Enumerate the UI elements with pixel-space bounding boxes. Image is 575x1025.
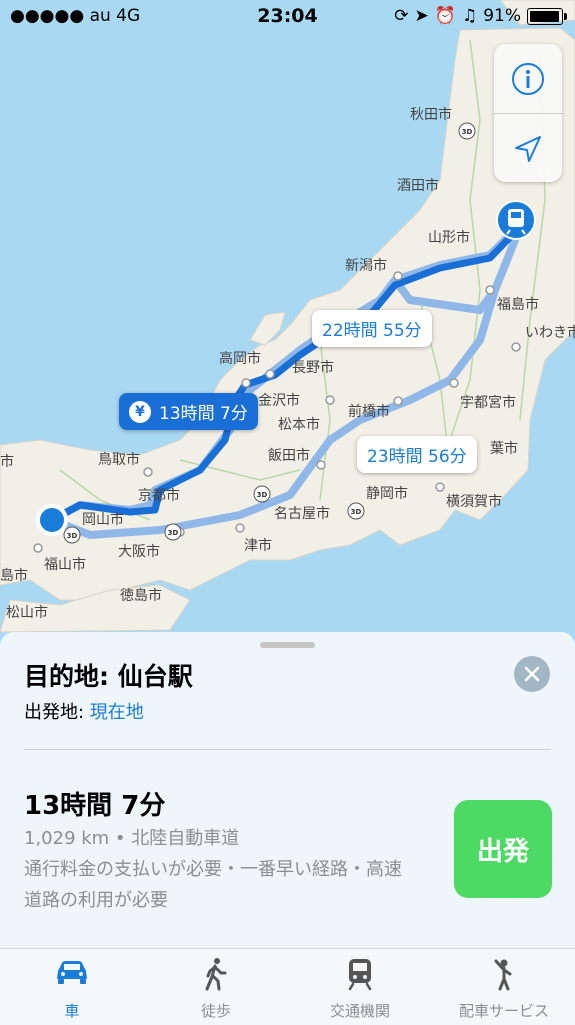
route-duration-label: 22時間 55分 bbox=[322, 321, 422, 341]
close-button[interactable] bbox=[514, 656, 550, 692]
city-label: 名古屋市 bbox=[274, 505, 330, 522]
route-callout[interactable]: 22時間 55分 bbox=[312, 310, 432, 347]
info-button[interactable] bbox=[494, 44, 562, 113]
alarm-icon: ⏰ bbox=[434, 6, 456, 26]
city-label: 福島市 bbox=[497, 296, 539, 313]
badge-3d-label: 3D bbox=[168, 529, 179, 537]
city-label: 宇都宮市 bbox=[460, 394, 516, 411]
map-view[interactable]: 3D 3D 3D 3D 3D 秋田市 酒田市 山形市 新潟市 福島市 いわき市 … bbox=[0, 0, 575, 660]
city-label: 秋田市 bbox=[410, 106, 452, 123]
city-label: 鳥取市 bbox=[98, 451, 140, 468]
map-controls bbox=[494, 44, 562, 182]
track-location-button[interactable] bbox=[494, 114, 562, 183]
city-label: 前橋市 bbox=[348, 403, 390, 420]
city-label: 酒田市 bbox=[397, 177, 439, 194]
city-label: 島市 bbox=[0, 567, 28, 584]
city-label: 飯田市 bbox=[268, 447, 310, 464]
badge-3d-label: 3D bbox=[351, 508, 362, 516]
status-bar: ●●●●● au 4G 23:04 ⟳ ➤ ⏰ ♫ 91% bbox=[0, 0, 575, 34]
battery-icon bbox=[527, 7, 567, 25]
tab-label: 配車サービス bbox=[458, 1002, 549, 1020]
badge-3d-label: 3D bbox=[257, 491, 268, 499]
city-label: 静岡市 bbox=[366, 485, 408, 502]
car-icon bbox=[57, 961, 87, 984]
city-label: 松山市 bbox=[6, 604, 48, 621]
sheet-grabber[interactable] bbox=[260, 642, 315, 648]
status-right: ⟳ ➤ ⏰ ♫ 91% bbox=[394, 6, 567, 26]
divider bbox=[24, 749, 551, 750]
route-callout[interactable]: 23時間 56分 bbox=[357, 436, 477, 473]
tab-label: 車 bbox=[64, 1002, 80, 1020]
tab-car[interactable]: 車 bbox=[0, 949, 144, 1025]
route-duration: 13時間 7分 bbox=[24, 791, 166, 821]
city-label: 松本市 bbox=[278, 416, 320, 433]
tab-label: 交通機関 bbox=[329, 1002, 390, 1020]
route-callout-selected[interactable]: ¥ 13時間 7分 bbox=[119, 393, 258, 430]
city-label: 葉市 bbox=[490, 440, 518, 457]
info-icon bbox=[512, 62, 544, 95]
tab-ride[interactable]: 配車サービス bbox=[432, 949, 575, 1025]
tab-transit[interactable]: 交通機関 bbox=[288, 949, 432, 1025]
city-label: 市 bbox=[0, 453, 14, 470]
city-label: 金沢市 bbox=[258, 392, 300, 409]
city-label: 山形市 bbox=[428, 229, 470, 246]
origin-line: 出発地: 現在地 bbox=[24, 698, 144, 724]
train-icon bbox=[348, 959, 372, 991]
route-duration-label: 13時間 7分 bbox=[159, 404, 248, 424]
route-distance-detail: 1,029 km • 北陸自動車道 bbox=[24, 828, 240, 849]
ride-icon bbox=[494, 959, 512, 991]
rotation-lock-icon: ⟳ bbox=[394, 6, 409, 26]
city-label: 長野市 bbox=[292, 359, 334, 376]
tab-label: 徒歩 bbox=[200, 1002, 231, 1020]
route-description: 通行料金の支払いが必要・一番早い経路・高速道路の利用が必要 bbox=[24, 859, 402, 911]
badge-3d-label: 3D bbox=[462, 128, 473, 136]
city-label: 徳島市 bbox=[120, 587, 162, 604]
city-label: いわき市 bbox=[525, 324, 575, 341]
walk-icon bbox=[205, 958, 227, 991]
city-label: 津市 bbox=[244, 537, 272, 554]
toll-yen-icon: ¥ bbox=[129, 400, 151, 423]
city-label: 京都市 bbox=[138, 487, 180, 504]
close-icon bbox=[524, 666, 540, 682]
destination-train-icon[interactable] bbox=[496, 200, 536, 240]
origin-link[interactable]: 現在地 bbox=[90, 702, 144, 723]
city-label: 新潟市 bbox=[345, 257, 387, 274]
city-label: 福山市 bbox=[44, 556, 86, 573]
badge-3d-label: 3D bbox=[67, 532, 78, 540]
city-label: 大阪市 bbox=[118, 543, 160, 560]
current-location-dot[interactable] bbox=[36, 504, 68, 536]
route-duration-label: 23時間 56分 bbox=[367, 447, 467, 467]
city-label: 横須賀市 bbox=[446, 493, 502, 510]
city-label: 高岡市 bbox=[219, 350, 261, 367]
tab-walk[interactable]: 徒歩 bbox=[144, 949, 288, 1025]
location-services-icon: ➤ bbox=[414, 6, 429, 26]
go-button[interactable]: 出発 bbox=[454, 800, 552, 898]
headphones-icon: ♫ bbox=[461, 6, 478, 26]
city-label: 岡山市 bbox=[82, 511, 124, 528]
route-sheet: 目的地: 仙台駅 出発地: 現在地 13時間 7分 1,029 km • 北陸自… bbox=[0, 632, 575, 948]
destination-title: 目的地: 仙台駅 bbox=[24, 662, 193, 691]
transport-tab-bar: 車 徒歩 交通機関 配車サービス bbox=[0, 948, 575, 1025]
location-arrow-icon bbox=[515, 135, 541, 162]
origin-prefix: 出発地: bbox=[24, 702, 90, 723]
battery-percent: 91% bbox=[483, 6, 521, 26]
